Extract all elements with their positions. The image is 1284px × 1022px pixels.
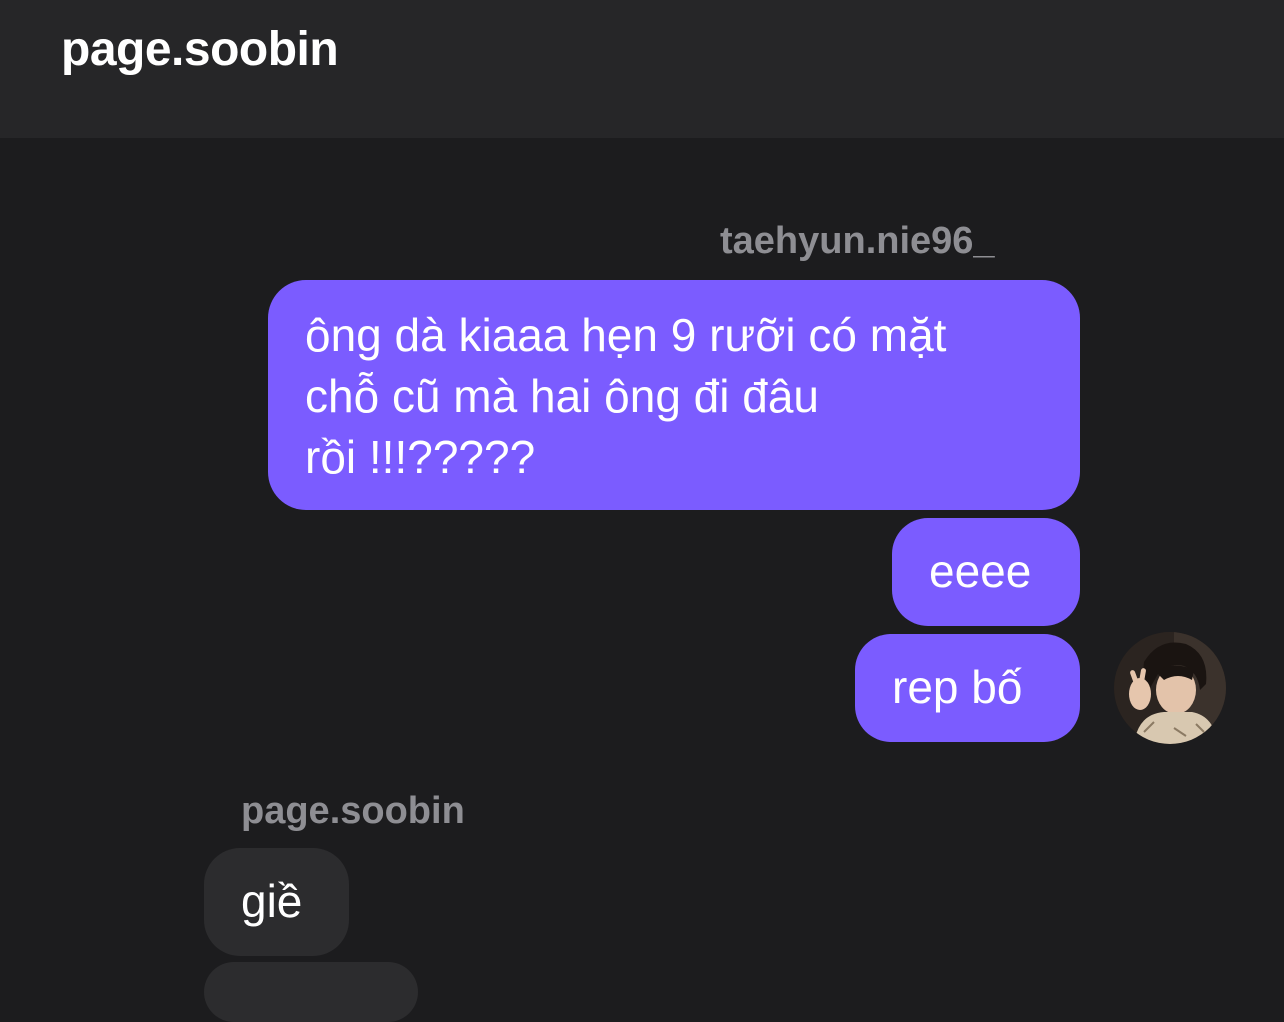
chat-title[interactable]: page.soobin: [61, 22, 339, 77]
message-thread: [0, 138, 1284, 970]
message-bubble-outgoing[interactable]: eeee: [892, 518, 1080, 626]
avatar[interactable]: [1114, 632, 1226, 744]
message-line: rồi !!!?????: [305, 431, 536, 483]
message-line: chỗ cũ mà hai ông đi đâu: [305, 370, 820, 422]
message-bubble-incoming[interactable]: giề: [204, 848, 349, 956]
message-bubble-outgoing[interactable]: rep bố: [855, 634, 1080, 742]
message-line: ông dà kiaaa hẹn 9 rưỡi có mặt: [305, 309, 947, 361]
chat-header: page.soobin: [0, 0, 1284, 138]
message-line: eeee: [929, 545, 1032, 597]
message-bubble-outgoing[interactable]: ông dà kiaaa hẹn 9 rưỡi có mặt chỗ cũ mà…: [268, 280, 1080, 510]
message-line: rep bố: [892, 661, 1023, 713]
message-bubble-incoming-partial[interactable]: [204, 962, 418, 1022]
sender-name-outgoing: taehyun.nie96_: [720, 220, 995, 262]
sender-name-incoming: page.soobin: [241, 790, 465, 832]
message-line: giề: [241, 875, 303, 927]
user-avatar-photo: [1114, 632, 1226, 744]
